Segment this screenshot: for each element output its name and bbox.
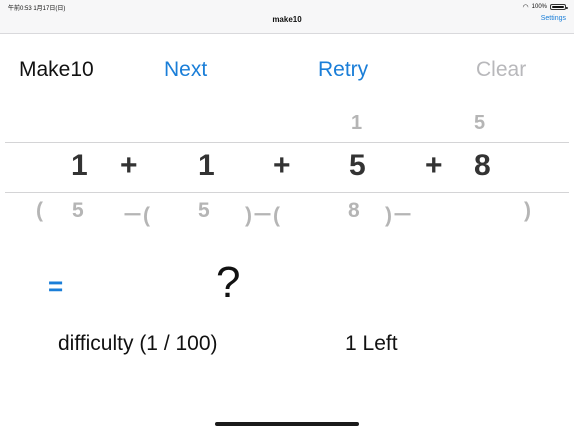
picker-number-3[interactable]: 5 <box>349 149 366 183</box>
picker-number-4[interactable]: 8 <box>474 149 491 183</box>
answer-placeholder: ? <box>216 258 241 307</box>
remaining-count-label: 1 Left <box>345 332 398 355</box>
picker-option-below-paren-2[interactable]: ) <box>524 199 531 223</box>
difficulty-label: difficulty (1 / 100) <box>58 332 218 355</box>
battery-icon <box>550 4 568 10</box>
picker-option-below-n1[interactable]: 5 <box>72 199 84 223</box>
wifi-icon: ◠ <box>522 4 529 11</box>
picker-option-below-paren-1[interactable]: ( <box>36 199 43 223</box>
picker-option-below-op3[interactable]: )－ <box>385 199 413 229</box>
picker-option-above-n3[interactable]: 1 <box>351 112 362 135</box>
picker-option-below-op2[interactable]: )－( <box>245 199 280 229</box>
picker-operator-3[interactable]: + <box>425 149 443 183</box>
battery-percent: 100% <box>531 4 547 10</box>
picker-option-below-n2[interactable]: 5 <box>198 199 210 223</box>
equals-sign: = <box>48 271 64 301</box>
nav-title: make10 <box>272 15 302 24</box>
picker-option-below-n3[interactable]: 8 <box>348 199 360 223</box>
next-button[interactable]: Next <box>164 58 207 82</box>
picker-operator-1[interactable]: + <box>120 149 138 183</box>
picker-number-2[interactable]: 1 <box>198 149 215 183</box>
picker-selection-top-line <box>5 142 569 143</box>
settings-button[interactable]: Settings <box>541 15 566 22</box>
picker-operator-2[interactable]: + <box>273 149 291 183</box>
home-indicator[interactable] <box>215 422 359 426</box>
picker-selection-bottom-line <box>5 192 569 193</box>
app-name-label: Make10 <box>19 58 94 81</box>
status-time: 午前0:53 1月17日(日) <box>8 6 66 12</box>
clear-button[interactable]: Clear <box>476 58 526 82</box>
picker-option-above-n4[interactable]: 5 <box>474 112 485 135</box>
picker-option-below-op1[interactable]: －( <box>122 199 150 229</box>
retry-button[interactable]: Retry <box>318 58 368 82</box>
picker-number-1[interactable]: 1 <box>71 149 88 183</box>
status-indicators: ◠ 100% <box>522 3 568 11</box>
